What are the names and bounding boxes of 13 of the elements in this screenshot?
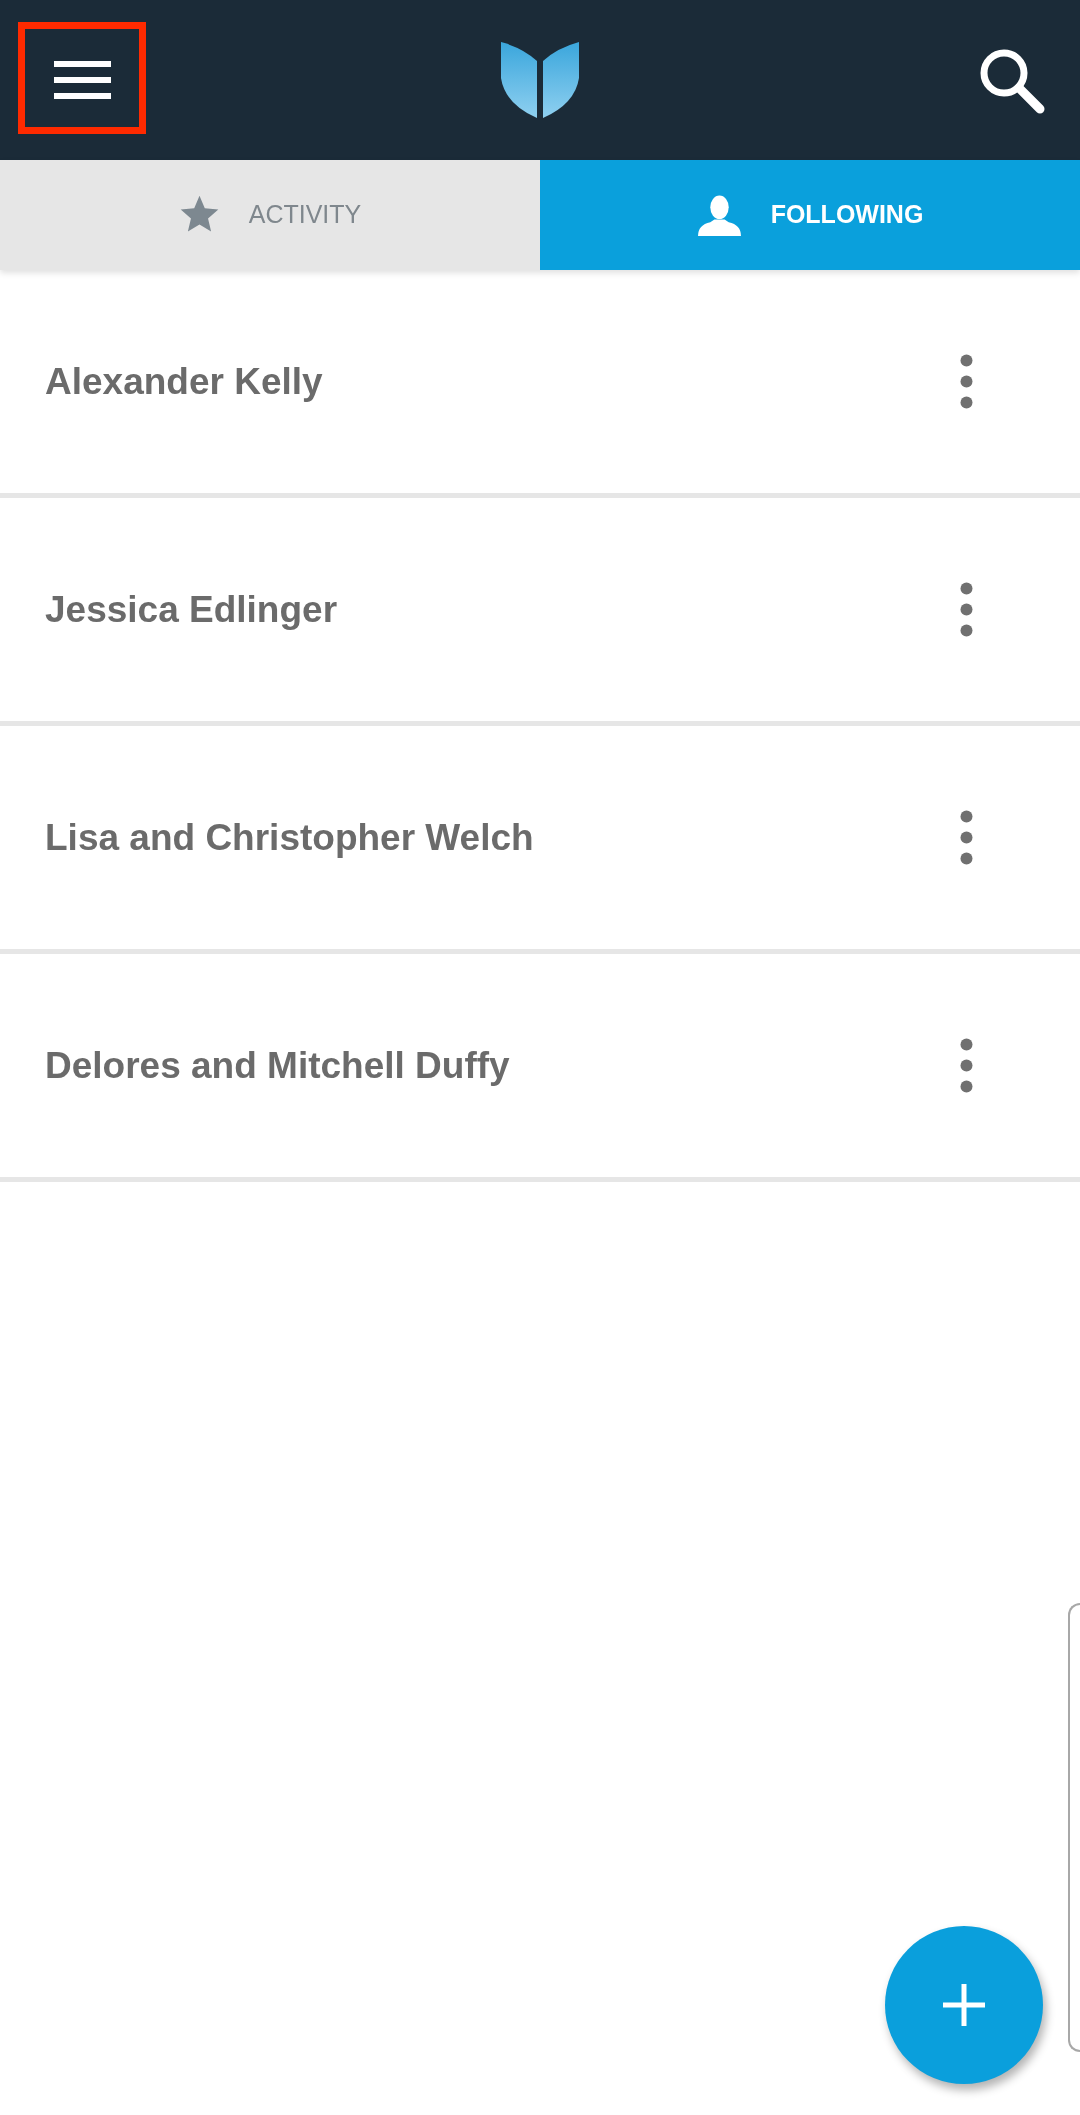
more-options-icon[interactable] [960, 810, 973, 865]
contact-name[interactable]: Delores and Mitchell Duffy [45, 1037, 510, 1094]
plus-icon [943, 1984, 985, 2026]
menu-icon [53, 61, 111, 99]
contact-name[interactable]: Alexander Kelly [45, 353, 323, 410]
more-options-icon[interactable] [960, 582, 973, 637]
contact-name[interactable]: Lisa and Christopher Welch [45, 809, 534, 866]
person-icon [696, 194, 742, 236]
contact-name[interactable]: Jessica Edlinger [45, 581, 338, 638]
tab[interactable]: FOLLOWING [540, 160, 1080, 270]
more-options-icon[interactable] [960, 354, 973, 409]
more-options-icon[interactable] [960, 1038, 973, 1093]
tab[interactable]: ACTIVITY [0, 160, 540, 270]
